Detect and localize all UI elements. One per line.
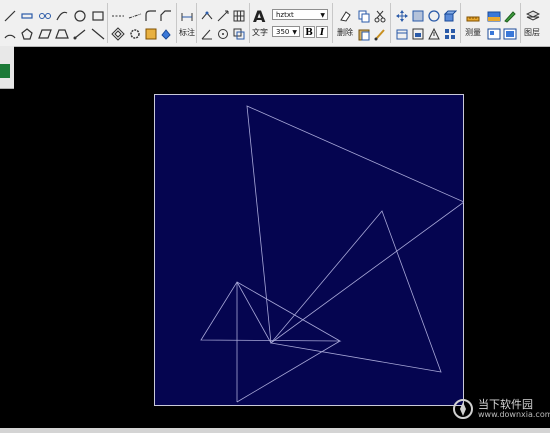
mirror-icon[interactable] xyxy=(395,27,409,41)
block-icon[interactable] xyxy=(144,27,158,41)
arc-icon[interactable] xyxy=(3,27,17,41)
watermark-logo-icon xyxy=(453,399,473,419)
delete-label[interactable]: 删除 xyxy=(337,28,353,37)
large-triangle xyxy=(246,105,464,344)
spline-icon[interactable] xyxy=(55,9,69,23)
fillet-icon[interactable] xyxy=(144,9,158,23)
size-combo-value: 350 xyxy=(276,28,290,36)
drawing-geometry xyxy=(200,105,464,403)
annotate-label[interactable]: 标注 xyxy=(179,28,195,37)
measure-label[interactable]: 测量 xyxy=(465,28,481,37)
text-label[interactable]: 文字 xyxy=(252,28,268,37)
pen-icon[interactable] xyxy=(503,9,517,23)
status-indicator[interactable] xyxy=(0,64,10,78)
parallelogram-icon[interactable] xyxy=(38,27,52,41)
chain-icon[interactable] xyxy=(38,9,52,23)
cut-icon[interactable] xyxy=(373,9,387,23)
text-tool-icon[interactable]: A xyxy=(253,7,265,26)
dashed-line-icon[interactable] xyxy=(111,9,125,23)
font-combo[interactable]: hztxt ▼ xyxy=(272,9,328,20)
measure-icon[interactable] xyxy=(466,9,480,23)
layer-icon[interactable] xyxy=(526,9,540,23)
image-icon[interactable] xyxy=(503,27,517,41)
ray-icon[interactable] xyxy=(73,27,87,41)
stretch-icon[interactable] xyxy=(411,9,425,23)
grid-icon[interactable] xyxy=(232,9,246,23)
center-line-icon[interactable] xyxy=(128,9,142,23)
chamfer-icon[interactable] xyxy=(159,9,173,23)
rectangle-icon[interactable] xyxy=(91,9,105,23)
table-icon[interactable] xyxy=(487,27,501,41)
array-icon[interactable] xyxy=(443,27,457,41)
watermark-url: www.downxia.com xyxy=(478,410,550,419)
watermark: 当下软件园 www.downxia.com xyxy=(452,396,550,426)
scale-icon[interactable] xyxy=(232,27,246,41)
polygon-icon[interactable] xyxy=(20,27,34,41)
size-combo[interactable]: 350 ▼ xyxy=(272,26,300,37)
align-icon[interactable] xyxy=(411,27,425,41)
brush-icon[interactable] xyxy=(373,27,387,41)
circle-icon[interactable] xyxy=(73,9,87,23)
xline-icon[interactable] xyxy=(91,27,105,41)
bottom-edge xyxy=(236,340,341,403)
offset-icon[interactable] xyxy=(111,27,125,41)
trapezoid-icon[interactable] xyxy=(55,27,69,41)
box3d-icon[interactable] xyxy=(443,9,457,23)
rotate-icon[interactable] xyxy=(216,27,230,41)
chevron-down-icon: ▼ xyxy=(320,12,325,19)
trim-icon[interactable] xyxy=(200,9,214,23)
move-icon[interactable] xyxy=(395,9,409,23)
polyline-icon[interactable] xyxy=(20,9,34,23)
right-triangle xyxy=(270,210,442,373)
area-icon[interactable] xyxy=(487,9,501,23)
font-combo-value: hztxt xyxy=(276,11,294,19)
copy-icon[interactable] xyxy=(357,9,371,23)
bold-button[interactable]: B xyxy=(303,26,315,38)
toolbar: 标注 A 文字 hztxt ▼ 350 ▼ B I 删除 测量 图层 xyxy=(0,0,550,47)
line-icon[interactable] xyxy=(3,9,17,23)
rotate-copy-icon[interactable] xyxy=(427,9,441,23)
paste-icon[interactable] xyxy=(357,27,371,41)
extend-icon[interactable] xyxy=(216,9,230,23)
italic-button[interactable]: I xyxy=(316,26,328,38)
dimension-icon[interactable] xyxy=(180,9,194,23)
left-triangle xyxy=(200,281,342,342)
warning-icon[interactable] xyxy=(427,27,441,41)
chevron-down-icon: ▼ xyxy=(292,29,297,36)
status-bar xyxy=(0,428,550,433)
eraser-icon[interactable] xyxy=(338,9,352,23)
layer-label[interactable]: 图层 xyxy=(524,28,540,37)
gear-icon[interactable] xyxy=(128,27,142,41)
angle-icon[interactable] xyxy=(200,27,214,41)
fill-icon[interactable] xyxy=(159,27,173,41)
